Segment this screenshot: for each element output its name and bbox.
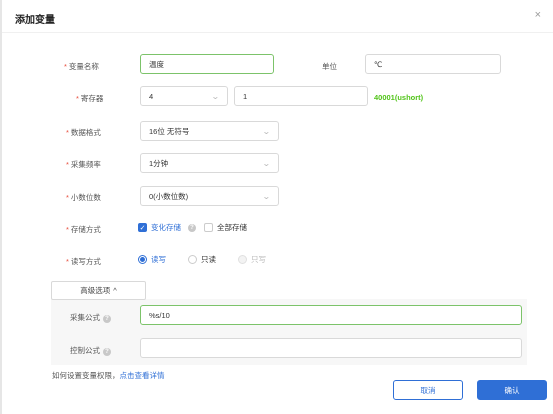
header-divider — [2, 32, 553, 33]
chevron-down-icon: ⌄ — [262, 126, 272, 136]
register-type-select[interactable]: 4 ⌄ — [140, 86, 228, 106]
close-icon[interactable]: × — [535, 9, 541, 21]
info-icon: ? — [103, 348, 111, 356]
radio-checked-icon — [138, 255, 147, 264]
decimals-select[interactable]: 0(小数位数) ⌄ — [140, 186, 279, 206]
rw-mode-label: * 读写方式 — [66, 257, 101, 266]
control-formula-label: 控制公式? — [70, 345, 111, 356]
chevron-down-icon: ⌄ — [262, 158, 272, 168]
data-format-select[interactable]: 16位 无符号 ⌄ — [140, 121, 279, 141]
name-label: * 变量名称 — [64, 62, 99, 71]
storage-option-all[interactable]: 全部存储 — [204, 222, 247, 233]
rw-option-readwrite[interactable]: 读写 — [138, 254, 166, 265]
info-icon: ? — [103, 315, 111, 323]
unit-input[interactable]: ℃ — [365, 54, 501, 74]
chevron-down-icon: ⌄ — [211, 91, 221, 101]
unit-label: 单位 — [322, 62, 337, 71]
control-formula-input[interactable] — [140, 338, 522, 358]
rw-option-writeonly: 只写 — [238, 254, 266, 265]
chevron-down-icon: ⌄ — [262, 191, 272, 201]
register-address-input[interactable]: 1 — [234, 86, 368, 106]
storage-option-change[interactable]: ✓ 变化存储 ? — [138, 222, 196, 233]
add-variable-dialog: 添加变量 × * 变量名称 温度 单位 ℃ * 寄存器 4 ⌄ 1 40001(ush… — [2, 0, 553, 414]
register-hint: 40001(ushort) — [374, 93, 424, 102]
storage-label: * 存储方式 — [66, 225, 101, 234]
chevron-up-icon: ^ — [113, 286, 117, 295]
rw-option-readonly[interactable]: 只读 — [188, 254, 216, 265]
data-format-label: * 数据格式 — [66, 128, 101, 137]
name-input[interactable]: 温度 — [140, 54, 274, 74]
help-link[interactable]: 点击查看详情 — [120, 371, 165, 380]
decimals-label: * 小数位数 — [66, 193, 101, 202]
radio-disabled-icon — [238, 255, 247, 264]
advanced-toggle-button[interactable]: 高级选项 ^ — [51, 281, 146, 300]
sample-rate-select[interactable]: 1分钟 ⌄ — [140, 153, 279, 173]
collect-formula-label: 采集公式? — [70, 312, 111, 323]
help-text: 如何设置变量权限，点击查看详情 — [52, 371, 165, 380]
register-label: * 寄存器 — [76, 94, 104, 103]
rw-mode-options: 读写 只读 只写 — [138, 254, 274, 265]
checkbox-checked-icon: ✓ — [138, 223, 147, 232]
sample-rate-label: * 采集频率 — [66, 160, 101, 169]
info-icon: ? — [188, 223, 196, 232]
checkbox-icon — [204, 223, 213, 232]
dialog-title: 添加变量 — [15, 15, 55, 26]
storage-options: ✓ 变化存储 ? 全部存储 — [138, 222, 255, 233]
radio-icon — [188, 255, 197, 264]
cancel-button[interactable]: 取消 — [393, 380, 463, 400]
collect-formula-input[interactable]: %s/10 — [140, 305, 522, 325]
confirm-button[interactable]: 确认 — [477, 380, 547, 400]
